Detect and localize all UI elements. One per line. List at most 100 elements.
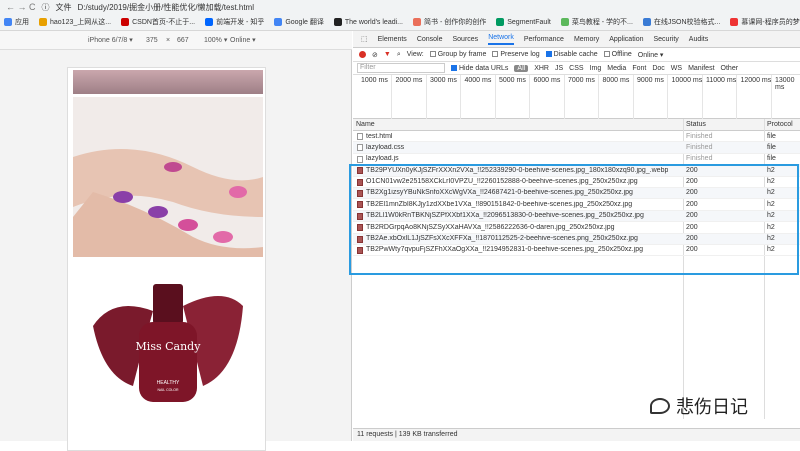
bookmark-item[interactable]: CSDN首页-不止于...: [121, 17, 195, 27]
filter-type-manifest[interactable]: Manifest: [688, 65, 714, 72]
request-protocol: file: [767, 132, 776, 140]
tab-elements[interactable]: Elements: [378, 36, 407, 43]
timeline-tick: 7000 ms: [568, 77, 595, 84]
timeline-tick: 6000 ms: [533, 77, 561, 84]
timeline-tick: 13000 ms: [775, 77, 795, 91]
bookmark-label: 简书 - 创作你的创作: [424, 19, 487, 26]
disable-cache-checkbox[interactable]: Disable cache: [545, 51, 598, 58]
bookmark-label: The world's leadi...: [344, 18, 403, 26]
filter-type-all[interactable]: All: [514, 64, 529, 72]
timeline-gridline: [667, 75, 668, 119]
tab-performance[interactable]: Performance: [524, 36, 564, 43]
bookmark-item[interactable]: 应用: [4, 17, 29, 27]
bookmark-icon: [39, 18, 47, 26]
timeline-gridline: [425, 75, 427, 119]
status-bar: 11 requests | 139 KB transferred: [353, 428, 800, 441]
inspect-icon[interactable]: ⬚: [361, 35, 368, 43]
wechat-logo-icon: [650, 398, 670, 414]
tab-audits[interactable]: Audits: [689, 36, 708, 43]
network-timeline: 1000 ms 2000 ms 3000 ms 4000 ms 5000 ms 6000 …: [353, 75, 800, 119]
bookmark-icon: [4, 18, 12, 26]
clear-icon[interactable]: ⊘: [372, 51, 378, 59]
filter-type-img[interactable]: Img: [590, 65, 602, 72]
lazy-image-1: [73, 70, 263, 94]
throttle-select[interactable]: Online ▾: [230, 36, 256, 44]
record-icon[interactable]: [359, 51, 366, 58]
bookmark-item[interactable]: hao123_上网从这...: [39, 17, 111, 27]
device-toolbar: iPhone 6/7/8 ▾ 375 × 667 100% ▾ Online ▾: [0, 31, 352, 50]
info-icon[interactable]: ⓘ: [42, 2, 50, 13]
bookmark-label: 前端开发 - 知乎: [216, 19, 265, 26]
col-status[interactable]: Status: [686, 121, 706, 128]
bookmark-icon: [730, 18, 739, 26]
watermark: 悲伤日记: [650, 393, 748, 419]
bookmark-item[interactable]: 菜鸟教程 - 学的不...: [560, 17, 633, 27]
filter-type-doc[interactable]: Doc: [652, 65, 664, 72]
tab-sources[interactable]: Sources: [453, 36, 479, 43]
bookmark-icon: [560, 18, 569, 26]
request-protocol: file: [767, 155, 776, 163]
timeline-tick: 9000 ms: [637, 77, 664, 84]
bookmark-item[interactable]: Google 翻译: [274, 17, 324, 27]
request-name: lazyload.js: [366, 155, 399, 163]
search-icon[interactable]: ⌕: [397, 51, 401, 59]
tab-memory[interactable]: Memory: [574, 36, 599, 43]
bookmark-icon: [205, 18, 214, 26]
filter-type-css[interactable]: CSS: [569, 65, 583, 72]
timeline-gridline: [494, 75, 496, 119]
col-protocol[interactable]: Protocol: [767, 121, 793, 128]
bookmark-icon: [274, 18, 283, 26]
bookmark-icon: [642, 18, 651, 26]
filter-type-font[interactable]: Font: [632, 65, 646, 72]
bookmark-item[interactable]: 慕课网-程序员的梦...: [730, 17, 800, 27]
group-by-frame-checkbox[interactable]: Group by frame: [429, 51, 486, 58]
bookmark-item[interactable]: 简书 - 创作你的创作: [413, 17, 486, 27]
hide-data-urls-checkbox[interactable]: Hide data URLs: [451, 65, 508, 72]
request-row[interactable]: test.html Finished file: [353, 131, 800, 143]
offline-checkbox[interactable]: Offline: [603, 51, 632, 58]
page-viewport[interactable]: Miss Candy HEALTHY NAIL COLOR: [67, 67, 266, 451]
filter-input[interactable]: Filter: [357, 63, 445, 73]
bookmark-label: 菜鸟教程 - 学的不...: [571, 19, 633, 26]
tab-console[interactable]: Console: [417, 36, 443, 43]
lazy-image-polish: Miss Candy HEALTHY NAIL COLOR: [73, 266, 263, 416]
height-field[interactable]: 667: [177, 37, 189, 44]
filter-type-js[interactable]: JS: [555, 65, 563, 72]
online-select[interactable]: Online ▾: [638, 51, 664, 59]
col-name[interactable]: Name: [356, 121, 375, 128]
highlight-box: [349, 164, 799, 275]
tab-application[interactable]: Application: [609, 36, 643, 43]
filter-type-other[interactable]: Other: [721, 65, 739, 72]
tab-security[interactable]: Security: [653, 36, 678, 43]
request-row[interactable]: lazyload.css Finished file: [353, 142, 800, 154]
preserve-log-checkbox[interactable]: Preserve log: [492, 51, 540, 58]
filter-icon[interactable]: ▼: [384, 51, 391, 58]
bookmarks-bar: 应用 hao123_上网从这... CSDN首页-不止于... 前端开发 - 知乎 Go…: [0, 14, 800, 31]
filter-type-xhr[interactable]: XHR: [534, 65, 549, 72]
bookmark-icon: [413, 18, 421, 26]
bookmark-label: Google 翻译: [285, 19, 324, 26]
device-select[interactable]: iPhone 6/7/8 ▾: [88, 36, 133, 44]
zoom-select[interactable]: 100% ▾: [204, 36, 227, 44]
timeline-tick: 8000 ms: [602, 77, 630, 84]
navigation-icons[interactable]: ← → C: [6, 2, 36, 12]
filter-type-ws[interactable]: WS: [671, 65, 682, 72]
url-text[interactable]: D:/study/2019/掘金小册/性能优化/懒加载/test.html: [78, 2, 254, 13]
timeline-gridline: [598, 75, 599, 119]
bookmark-item[interactable]: The world's leadi...: [333, 18, 403, 26]
filter-type-media[interactable]: Media: [607, 65, 626, 72]
lazy-image-nails: [73, 97, 263, 257]
bookmark-icon: [496, 18, 505, 26]
tab-network[interactable]: Network: [488, 34, 514, 45]
timeline-tick: 3000 ms: [430, 77, 457, 84]
timeline-gridline: [460, 75, 461, 119]
bookmark-item[interactable]: 前端开发 - 知乎: [205, 17, 264, 27]
polish-sub2: NAIL COLOR: [157, 388, 179, 392]
bookmark-item[interactable]: SegmentFault: [496, 18, 551, 26]
request-protocol: file: [767, 143, 776, 151]
bookmark-item[interactable]: 在线JSON校验格式...: [642, 17, 720, 27]
width-field[interactable]: 375: [146, 37, 158, 44]
document-file-icon: [357, 133, 363, 140]
bookmark-label: SegmentFault: [507, 18, 551, 26]
timeline-tick: 12000 ms: [740, 77, 772, 84]
